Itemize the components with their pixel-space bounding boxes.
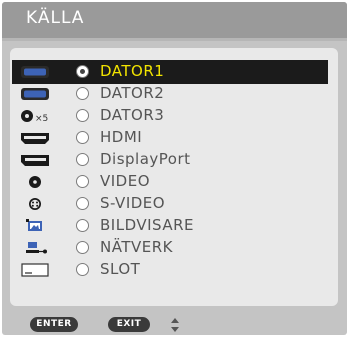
bnc-x5-input-icon: ×5 (21, 110, 48, 124)
hdmi-connector-icon (21, 133, 49, 144)
radio-button[interactable] (76, 197, 89, 210)
slot-icon (21, 263, 49, 277)
radio-dot (80, 69, 85, 74)
source-label: SLOT (100, 260, 141, 278)
source-label: BILDVISARE (100, 216, 195, 234)
source-label: DATOR1 (100, 62, 165, 80)
source-label: S-VIDEO (100, 194, 166, 212)
radio-button[interactable] (76, 153, 89, 166)
source-item-displayport[interactable]: DisplayPort (2, 149, 330, 171)
source-item-hdmi[interactable]: HDMI (2, 127, 330, 149)
radio-button[interactable] (76, 241, 89, 254)
title-bar: KÄLLA (2, 2, 347, 38)
source-item-natverk[interactable]: NÄTVERK (2, 237, 330, 259)
radio-button[interactable] (76, 219, 89, 232)
radio-button[interactable] (76, 65, 89, 78)
up-down-arrows-icon (171, 318, 179, 332)
displayport-connector-icon (21, 155, 49, 166)
source-label: DATOR2 (100, 84, 165, 102)
source-item-dator1[interactable]: DATOR1 (2, 61, 330, 83)
source-item-dator3[interactable]: ×5 DATOR3 (2, 105, 330, 127)
computer-input-icon (21, 66, 49, 78)
source-item-video[interactable]: VIDEO (2, 171, 330, 193)
radio-button[interactable] (76, 175, 89, 188)
svg-text:×5: ×5 (35, 114, 48, 124)
radio-button[interactable] (76, 109, 89, 122)
exit-button[interactable]: EXIT (108, 317, 150, 332)
source-item-bildvisare[interactable]: BILDVISARE (2, 215, 330, 237)
network-icon (26, 242, 47, 254)
source-item-s-video[interactable]: S-VIDEO (2, 193, 330, 215)
radio-button[interactable] (76, 263, 89, 276)
svideo-connector-icon (29, 198, 41, 210)
menu-title: KÄLLA (26, 8, 85, 28)
enter-button[interactable]: ENTER (30, 317, 78, 332)
source-label: NÄTVERK (100, 238, 173, 256)
source-menu-window: KÄLLA DATOR1 DATOR2 ×5 DATOR3 HDMI Displ… (2, 2, 347, 335)
footer-bar: ENTER EXIT (2, 312, 347, 335)
source-label: VIDEO (100, 172, 151, 190)
source-label: DisplayPort (100, 150, 191, 168)
source-label: DATOR3 (100, 106, 165, 124)
viewer-icon (26, 219, 42, 231)
title-divider (2, 38, 347, 41)
source-label: HDMI (100, 128, 143, 146)
source-item-dator2[interactable]: DATOR2 (2, 83, 330, 105)
rca-video-icon (29, 176, 41, 188)
computer-input-icon (21, 88, 49, 100)
source-item-slot[interactable]: SLOT (2, 259, 330, 281)
radio-button[interactable] (76, 87, 89, 100)
radio-button[interactable] (76, 131, 89, 144)
